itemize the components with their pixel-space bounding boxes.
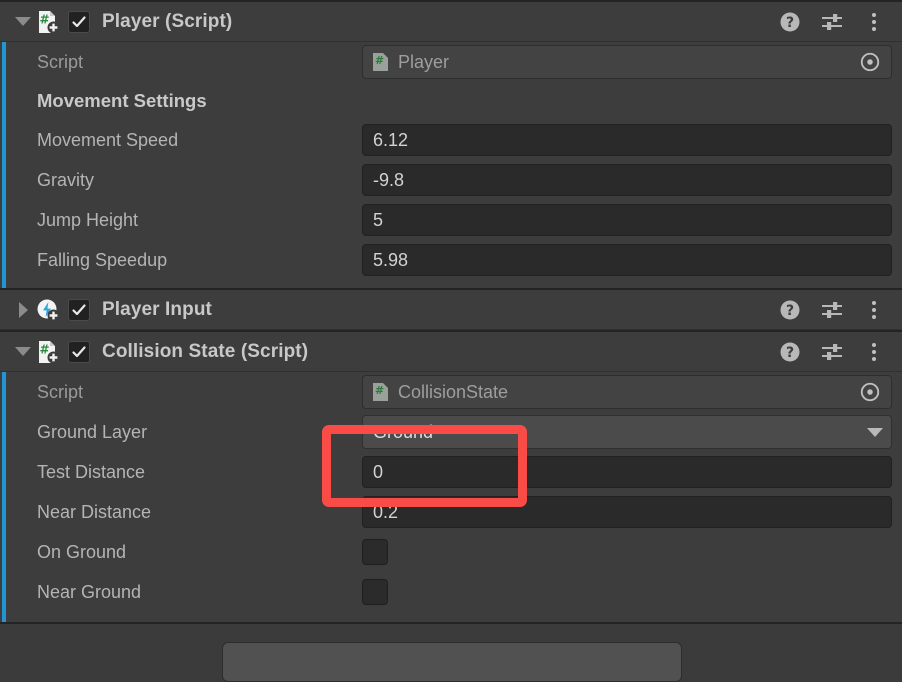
property-row-ground-layer: Ground Layer Ground (0, 412, 902, 452)
foldout-toggle-player-script[interactable] (10, 17, 36, 26)
ground-layer-dropdown[interactable]: Ground (362, 415, 892, 449)
svg-text:#: # (39, 342, 49, 356)
csharp-script-icon: # (371, 51, 391, 73)
component-player-script: # Player (Script) ? Script # Player Move… (0, 0, 902, 288)
component-header-tools: ? (779, 299, 902, 321)
add-component-pane (0, 624, 902, 682)
component-enabled-checkbox-player-input[interactable] (68, 298, 90, 321)
property-label: Jump Height (37, 209, 139, 230)
chevron-down-icon (15, 17, 31, 26)
falling-speedup-input[interactable]: 5.98 (362, 244, 892, 276)
ground-layer-value: Ground (373, 421, 434, 442)
svg-text:#: # (375, 54, 384, 67)
component-player-input: Player Input ? (0, 288, 902, 330)
component-accent-bar (2, 330, 6, 622)
chevron-down-icon (867, 427, 883, 437)
component-enabled-checkbox-player-script[interactable] (68, 10, 90, 33)
svg-text:?: ? (786, 303, 794, 319)
property-row-movement-speed: Movement Speed 6.12 (0, 120, 902, 160)
more-menu-icon[interactable] (863, 341, 885, 363)
preset-icon[interactable] (821, 11, 843, 33)
help-icon[interactable]: ? (779, 11, 801, 33)
csharp-script-icon: # (371, 381, 391, 403)
component-body-collision-state: Script # CollisionState Ground Layer Gro… (0, 372, 902, 622)
property-row-script: Script # Player (0, 42, 902, 82)
gravity-input[interactable]: -9.8 (362, 164, 892, 196)
csharp-script-icon: # (36, 10, 60, 34)
preset-icon[interactable] (821, 341, 843, 363)
property-label: Ground Layer (37, 421, 148, 442)
component-body-player-script: Script # Player Movement Settings Moveme… (0, 42, 902, 288)
check-icon (72, 303, 86, 315)
test-distance-input[interactable]: 0 (362, 456, 892, 488)
foldout-toggle-player-input[interactable] (10, 301, 36, 318)
property-row-gravity: Gravity -9.8 (0, 160, 902, 200)
movement-speed-input[interactable]: 6.12 (362, 124, 892, 156)
player-input-icon (36, 298, 60, 322)
property-label: Test Distance (37, 461, 146, 482)
component-header-collision-state[interactable]: # Collision State (Script) ? (0, 330, 902, 372)
preset-icon[interactable] (821, 299, 843, 321)
section-header-movement-settings: Movement Settings (37, 90, 207, 111)
script-object-field[interactable]: # CollisionState (362, 375, 892, 409)
property-label: Gravity (37, 169, 95, 190)
component-title: Collision State (Script) (102, 340, 309, 362)
property-row-jump-height: Jump Height 5 (0, 200, 902, 240)
object-picker-icon[interactable] (855, 46, 885, 78)
chevron-right-icon (18, 301, 28, 318)
near-ground-checkbox[interactable] (362, 579, 388, 605)
chevron-down-icon (15, 347, 31, 356)
csharp-script-icon: # (36, 340, 60, 364)
property-label: Script (37, 381, 84, 402)
property-label: On Ground (37, 541, 127, 562)
component-header-player-script[interactable]: # Player (Script) ? (0, 0, 902, 42)
property-row-test-distance: Test Distance 0 (0, 452, 902, 492)
script-object-value: CollisionState (398, 381, 509, 402)
svg-text:?: ? (786, 15, 794, 31)
check-icon (72, 345, 86, 357)
script-object-field[interactable]: # Player (362, 45, 892, 79)
property-label: Falling Speedup (37, 249, 168, 270)
script-object-value: Player (398, 51, 450, 72)
component-header-tools: ? (779, 341, 902, 363)
object-picker-icon[interactable] (855, 376, 885, 408)
component-accent-bar (2, 0, 6, 288)
component-collision-state-script: # Collision State (Script) ? Script # Co… (0, 330, 902, 622)
component-header-player-input[interactable]: Player Input ? (0, 288, 902, 330)
svg-text:?: ? (786, 345, 794, 361)
component-title: Player (Script) (102, 10, 233, 32)
component-header-tools: ? (779, 11, 902, 33)
on-ground-checkbox[interactable] (362, 539, 388, 565)
add-component-button[interactable] (222, 642, 682, 682)
more-menu-icon[interactable] (863, 11, 885, 33)
property-label: Script (37, 51, 84, 72)
jump-height-input[interactable]: 5 (362, 204, 892, 236)
help-icon[interactable]: ? (779, 299, 801, 321)
near-distance-input[interactable]: 0.2 (362, 496, 892, 528)
component-title: Player Input (102, 298, 212, 320)
more-menu-icon[interactable] (863, 299, 885, 321)
property-label: Movement Speed (37, 129, 179, 150)
svg-text:#: # (39, 12, 49, 26)
property-label: Near Distance (37, 501, 152, 522)
property-row-script: Script # CollisionState (0, 372, 902, 412)
property-row-falling-speedup: Falling Speedup 5.98 (0, 240, 902, 280)
property-row-near-distance: Near Distance 0.2 (0, 492, 902, 532)
component-enabled-checkbox-collision-state[interactable] (68, 340, 90, 363)
property-row-near-ground: Near Ground (0, 572, 902, 612)
property-label: Near Ground (37, 581, 142, 602)
unity-inspector-panel: # Player (Script) ? Script # Player Move… (0, 0, 902, 682)
svg-text:#: # (375, 384, 384, 397)
check-icon (72, 15, 86, 27)
foldout-toggle-collision-state[interactable] (10, 347, 36, 356)
property-row-on-ground: On Ground (0, 532, 902, 572)
help-icon[interactable]: ? (779, 341, 801, 363)
